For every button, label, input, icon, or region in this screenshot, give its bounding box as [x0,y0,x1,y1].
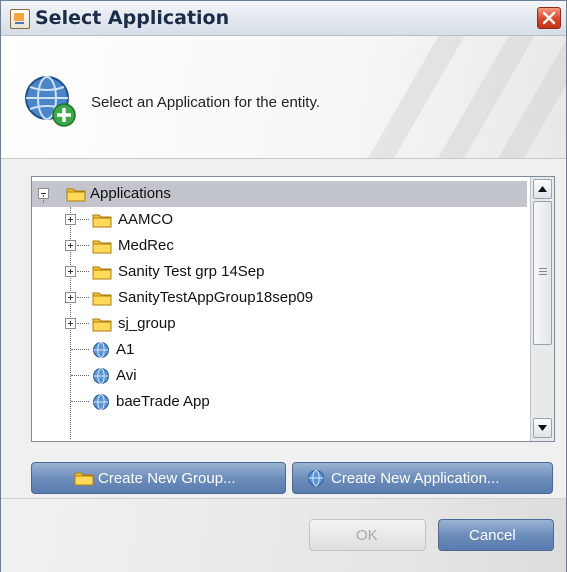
arrow-down-icon [538,425,547,431]
tree-label: Applications [90,185,171,202]
button-label: Cancel [469,527,516,544]
button-label: Create New Group... [98,470,236,487]
header-panel: Select an Application for the entity. [1,36,566,159]
tree-group-row[interactable]: AAMCO [32,207,527,233]
tree-label: Sanity Test grp 14Sep [118,263,265,280]
tree-label: A1 [116,341,135,358]
globe-icon [93,394,109,410]
expand-toggle[interactable] [65,266,76,277]
select-application-dialog: Select Application Select an Application… [0,0,567,572]
folder-icon [92,292,112,306]
scroll-up-button[interactable] [533,179,552,199]
expand-toggle[interactable] [65,214,76,225]
tree-connector [77,271,89,273]
tree-guide-line [43,195,45,203]
title-bar[interactable]: Select Application [1,1,566,36]
tree-application-row[interactable]: Avi [32,363,527,389]
tree-label: MedRec [118,237,174,254]
thumb-grip [539,271,547,272]
tree-group-row[interactable]: MedRec [32,233,527,259]
folder-icon [92,240,112,254]
tree-connector [71,401,89,403]
button-label: OK [356,527,378,544]
tree-group-row[interactable]: SanityTestAppGroup18sep09 [32,285,527,311]
tree-group-row[interactable]: Sanity Test grp 14Sep [32,259,527,285]
footer-panel: OK Cancel [1,498,566,572]
header-message: Select an Application for the entity. [91,94,321,111]
folder-icon [92,214,112,228]
application-tree[interactable]: Applications AAMCO MedRec Sanity Test gr… [31,176,555,442]
globe-add-icon [25,76,76,127]
tree-label: Avi [116,367,137,384]
tree-group-row[interactable]: sj_group [32,311,527,337]
tree-application-row[interactable]: A1 [32,337,527,363]
expand-toggle[interactable] [65,292,76,303]
scroll-thumb[interactable] [533,201,552,345]
button-label: Create New Application... [331,470,500,487]
tree-connector [71,349,89,351]
expand-toggle[interactable] [65,318,76,329]
tree-connector [77,323,89,325]
close-button[interactable] [537,7,561,29]
create-new-application-button[interactable]: Create New Application... [292,462,553,494]
cancel-button[interactable]: Cancel [438,519,554,551]
ok-button[interactable]: OK [309,519,426,551]
globe-icon [93,368,109,384]
arrow-up-icon [538,186,547,192]
thumb-grip [539,274,547,275]
tree-root-applications[interactable]: Applications [32,181,527,207]
tree-connector [77,219,89,221]
tree-label: AAMCO [118,211,174,228]
tree-label: sj_group [118,315,176,332]
globe-icon [93,342,109,358]
window-title: Select Application [35,7,230,29]
tree-connector [71,375,89,377]
folder-icon [66,188,86,202]
expand-toggle[interactable] [65,240,76,251]
create-new-group-button[interactable]: Create New Group... [31,462,286,494]
tree-connector [77,297,89,299]
tree-connector [77,245,89,247]
close-icon [542,11,556,25]
scroll-down-button[interactable] [533,418,552,438]
tree-label: SanityTestAppGroup18sep09 [118,289,314,306]
globe-icon [308,470,324,486]
tree-label: baeTrade App [116,393,210,410]
folder-icon [92,266,112,280]
java-app-icon [10,9,30,29]
thumb-grip [539,268,547,269]
folder-icon [74,472,94,486]
folder-icon [92,318,112,332]
tree-application-row[interactable]: baeTrade App [32,389,527,415]
vertical-scrollbar[interactable] [530,177,554,441]
